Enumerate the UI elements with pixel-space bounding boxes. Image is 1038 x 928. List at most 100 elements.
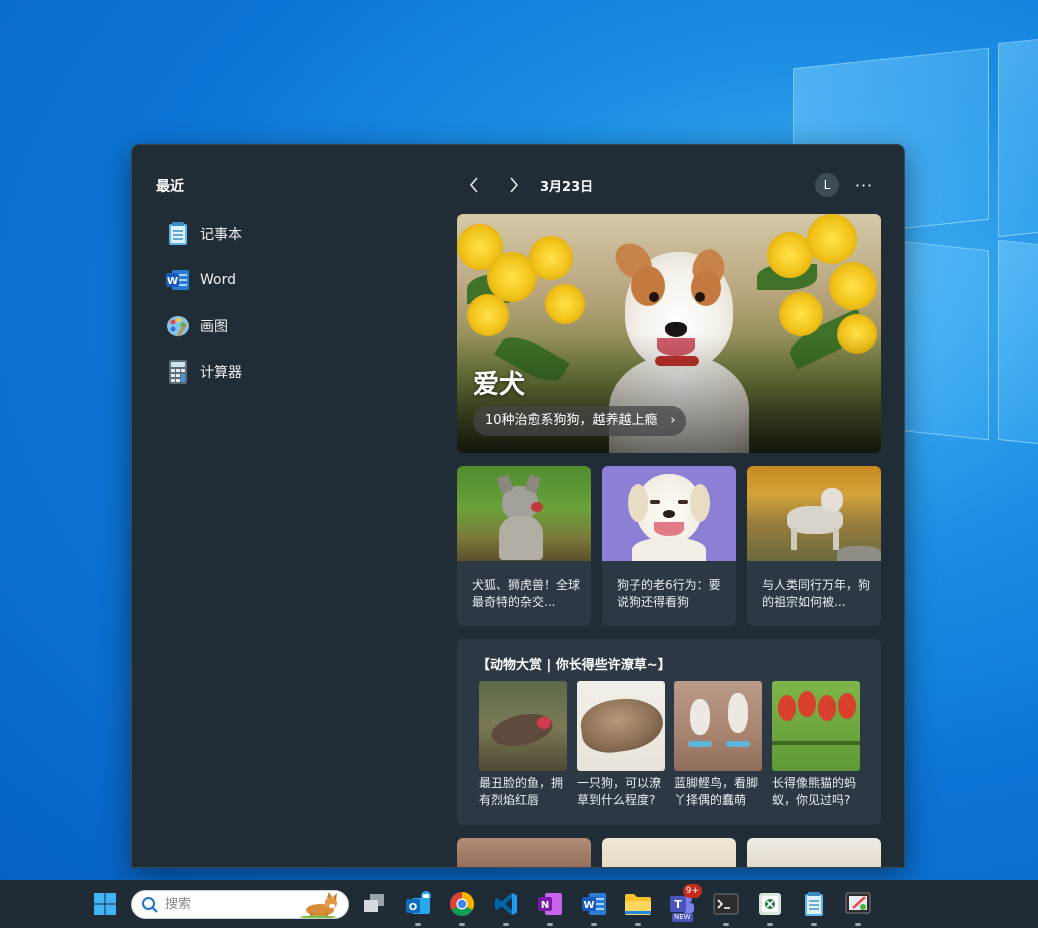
running-indicator	[415, 923, 421, 926]
taskbar-app-teams[interactable]: T 9+ NEW	[666, 884, 702, 922]
previous-button[interactable]	[464, 175, 484, 195]
news-card-partial[interactable]	[457, 838, 591, 867]
gallery-item[interactable]: 最丑脸的鱼，拥有烈焰红唇	[479, 681, 567, 809]
gallery-image-panda-ants	[772, 681, 860, 771]
card-headline: 犬狐、狮虎兽！全球最奇特的杂交...	[472, 578, 581, 609]
terminal-icon	[713, 893, 739, 915]
news-card-partial[interactable]	[747, 838, 881, 867]
card-image-dog-ear	[690, 484, 710, 522]
gallery-image-shaggy-dog	[577, 681, 665, 771]
gallery-item-caption: 最丑脸的鱼，拥有烈焰红唇	[479, 776, 564, 807]
wallpaper-logo-pane	[998, 36, 1038, 238]
card-image-fox	[457, 466, 591, 561]
card-image-dog-body	[632, 538, 706, 561]
recent-item-word[interactable]: W Word	[166, 257, 242, 303]
card-image-wolf-rock	[837, 546, 881, 561]
card-image-wolf-leg	[791, 528, 797, 550]
hero-link-text: 10种治愈系狗狗，越养越上瘾	[485, 413, 658, 428]
start-button[interactable]	[89, 888, 121, 920]
gallery-image-ant	[798, 691, 816, 717]
hero-image-flower	[545, 284, 585, 324]
chrome-icon	[450, 891, 474, 917]
card-image-dog-nose	[663, 510, 675, 518]
gallery-image-bird-feet	[726, 741, 750, 747]
recent-section-title: 最近	[156, 179, 184, 195]
windows-logo-icon	[94, 893, 116, 915]
hero-image-flower	[529, 236, 573, 280]
running-indicator	[547, 923, 553, 926]
recent-item-notepad[interactable]: 记事本	[166, 211, 242, 257]
gallery-image-batfish	[479, 681, 567, 771]
hero-title: 爱犬	[473, 370, 526, 400]
taskbar-app-terminal[interactable]	[710, 888, 742, 926]
running-indicator	[635, 923, 641, 926]
taskbar-app-vscode[interactable]	[490, 888, 522, 926]
hero-story-card[interactable]: 爱犬 10种治愈系狗狗，越养越上瘾 ›	[457, 214, 881, 453]
animal-gallery-card: 【动物大赏 | 你长得些许潦草~】 最丑脸的鱼，拥有烈焰红唇 一只狗，可以潦草到…	[457, 639, 881, 825]
svg-text:O: O	[409, 902, 418, 913]
recent-item-label: 计算器	[200, 365, 242, 381]
gallery-image-stem	[772, 741, 860, 745]
gallery-image-bird	[728, 693, 748, 733]
notification-badge: 9+	[682, 884, 702, 898]
search-icon	[142, 896, 158, 913]
hero-link-pill[interactable]: 10种治愈系狗狗，越养越上瘾 ›	[473, 406, 686, 436]
more-options-button[interactable]: ···	[852, 173, 876, 197]
card-headline: 与人类同行万年，狗的祖宗如何被...	[762, 578, 871, 609]
hero-image-dog-eye	[695, 292, 705, 302]
card-image-wolf-head	[821, 488, 843, 512]
taskbar-app-chrome[interactable]	[446, 888, 478, 926]
taskbar: O N W T 9+ NEW	[0, 880, 1038, 928]
gallery-image-ant	[838, 693, 856, 719]
taskbar-search-box[interactable]	[131, 890, 349, 919]
paint-canvas-icon	[845, 892, 871, 914]
account-avatar[interactable]: L	[815, 173, 839, 197]
running-indicator	[459, 923, 465, 926]
word-icon: W	[582, 893, 606, 915]
outlook-icon: O	[406, 891, 431, 914]
hero-image-flower	[829, 262, 877, 310]
word-icon: W	[166, 268, 190, 292]
notepad-icon	[166, 222, 190, 246]
taskbar-app-snipping-tool[interactable]	[754, 888, 786, 926]
running-indicator	[855, 923, 861, 926]
gallery-image-shaggy-dog-fur	[577, 693, 665, 757]
hero-image-dog-eye	[649, 292, 659, 302]
taskbar-app-paint[interactable]	[842, 888, 874, 926]
task-view-icon	[364, 894, 384, 912]
hero-image-flower	[807, 214, 857, 264]
news-card[interactable]: 犬狐、狮虎兽！全球最奇特的杂交...	[457, 466, 591, 626]
taskbar-app-outlook[interactable]: O	[402, 888, 434, 926]
news-card-partial[interactable]	[602, 838, 736, 867]
news-card[interactable]: 狗子的老6行为：要说狗还得看狗	[602, 466, 736, 626]
gallery-item[interactable]: 长得像熊猫的蚂蚁，你见过吗?	[772, 681, 860, 809]
task-view-button[interactable]	[358, 888, 390, 920]
search-input[interactable]	[165, 897, 285, 912]
gallery-image-batfish-lips	[537, 717, 551, 729]
recent-item-label: 记事本	[200, 227, 242, 243]
next-button[interactable]	[504, 175, 524, 195]
card-image-fox-ear	[524, 474, 542, 494]
card-image-wolf	[747, 466, 881, 561]
taskbar-app-file-explorer[interactable]	[622, 888, 654, 926]
taskbar-app-notepad[interactable]	[798, 888, 830, 926]
hero-image-dog-patch	[631, 266, 665, 306]
news-card[interactable]: 与人类同行万年，狗的祖宗如何被...	[747, 466, 881, 626]
recent-item-calculator[interactable]: 计算器	[166, 349, 242, 395]
card-image-fox-body	[499, 516, 543, 560]
svg-text:W: W	[583, 900, 594, 911]
taskbar-app-word[interactable]: W	[578, 888, 610, 926]
gallery-item[interactable]: 蓝脚鲣鸟，看脚丫择偶的蠢萌	[674, 681, 762, 809]
recent-item-label: Word	[200, 272, 236, 288]
svg-text:N: N	[541, 900, 549, 911]
running-indicator	[767, 923, 773, 926]
hero-image-dog-patch	[691, 270, 721, 306]
taskbar-app-onenote[interactable]: N	[534, 888, 566, 926]
card-image-dog-mouth	[654, 522, 684, 536]
gallery-item[interactable]: 一只狗，可以潦草到什么程度?	[577, 681, 665, 809]
gallery-title[interactable]: 【动物大赏 | 你长得些许潦草~】	[477, 654, 671, 673]
new-label: NEW	[672, 913, 693, 922]
recent-item-paint[interactable]: 画图	[166, 303, 242, 349]
gallery-image-ant	[818, 695, 836, 721]
gallery-item-caption: 一只狗，可以潦草到什么程度?	[577, 776, 662, 807]
